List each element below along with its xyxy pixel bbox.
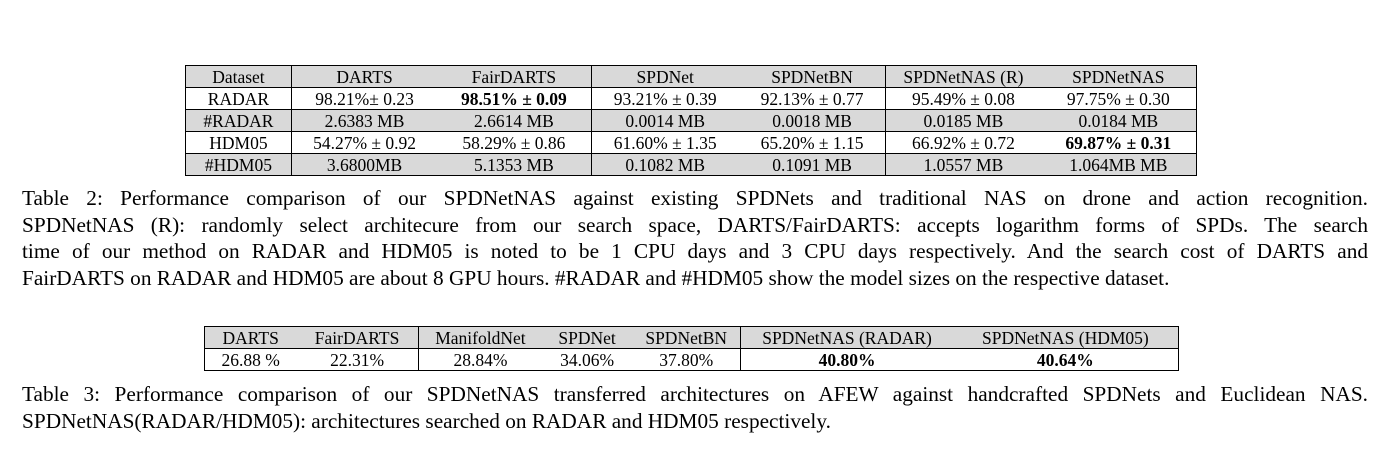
header-spdnetnas-r: SPDNetNAS (R) (885, 65, 1041, 88)
table-cell: 0.0014 MB (590, 109, 739, 132)
table-3-caption: Table 3: Performance comparison of our S… (22, 381, 1368, 434)
table-cell: RADAR (185, 87, 292, 110)
caption-line: Table 3: Performance comparison of our S… (22, 382, 1368, 406)
table-cell: 0.0184 MB (1040, 109, 1197, 132)
table-cell: 58.29% ± 0.86 (437, 131, 592, 154)
table-cell: 66.92% ± 0.72 (885, 131, 1041, 154)
table-cell: 69.87% ± 0.31 (1040, 131, 1197, 154)
header-spdnetbn: SPDNetBN (738, 65, 887, 88)
table-cell: #RADAR (185, 109, 292, 132)
header-spdnetnas-hdm05: SPDNetNAS (HDM05) (952, 326, 1179, 349)
table-3: DARTS FairDARTS ManifoldNet SPDNet SPDNe… (204, 326, 1179, 371)
header-spdnetbn: SPDNetBN (631, 326, 742, 349)
table-cell: 54.27% ± 0.92 (290, 131, 438, 154)
table-cell: 28.84% (453, 349, 508, 370)
table-cell: 0.1082 MB (590, 153, 739, 176)
header-dataset: Dataset (185, 65, 292, 88)
table-row: #RADAR 2.6383 MB 2.6614 MB 0.0014 MB 0.0… (185, 109, 1197, 132)
header-manifoldnet: ManifoldNet (418, 326, 543, 349)
table-cell: 2.6383 MB (290, 109, 438, 132)
table-cell: 1.064MB MB (1040, 153, 1197, 176)
header-fairdarts: FairDARTS (437, 65, 592, 88)
table-cell: 61.60% ± 1.35 (590, 131, 739, 154)
table-cell: 3.6800MB (290, 153, 438, 176)
table-cell: 97.75% ± 0.30 (1040, 87, 1197, 110)
header-spdnetnas: SPDNetNAS (1040, 65, 1197, 88)
table-cell: 22.31% (296, 348, 419, 371)
caption-line: Table 2: Performance comparison of our S… (22, 186, 1368, 210)
caption-line: SPDNetNAS (R): randomly select architecu… (22, 212, 1368, 237)
table-cell: 34.06% (560, 349, 615, 370)
header-darts: DARTS (204, 326, 297, 349)
table-cell: 40.64% (1036, 349, 1094, 370)
table-cell: 0.0018 MB (738, 109, 887, 132)
table-2: Dataset DARTS FairDARTS SPDNet SPDNetBN … (185, 65, 1197, 176)
table-cell: 2.6614 MB (437, 109, 592, 132)
table-cell: 0.0185 MB (885, 109, 1041, 132)
header-darts: DARTS (290, 65, 438, 88)
table-cell: 26.88 % (221, 349, 280, 370)
table-cell: 98.21%± 0.23 (290, 87, 438, 110)
table-cell: 1.0557 MB (885, 153, 1041, 176)
table-cell: 92.13% ± 0.77 (738, 87, 887, 110)
table-3-header-row: DARTS FairDARTS ManifoldNet SPDNet SPDNe… (204, 326, 1179, 349)
table-cell: 0.1091 MB (738, 153, 887, 176)
table-row: 26.88 % 22.31% 28.84% 34.06% 37.80% 40.8… (205, 348, 1179, 371)
caption-line: SPDNetNAS(RADAR/HDM05): architectures se… (22, 408, 831, 433)
caption-line: time of our method on RADAR and HDM05 is… (22, 239, 1368, 263)
header-spdnetnas-radar: SPDNetNAS (RADAR) (740, 326, 953, 349)
table-cell: 93.21% ± 0.39 (590, 87, 739, 110)
table-cell: HDM05 (185, 131, 292, 154)
header-spdnet: SPDNet (542, 326, 632, 349)
table-row: #HDM05 3.6800MB 5.1353 MB 0.1082 MB 0.10… (185, 153, 1197, 176)
table-cell: 65.20% ± 1.15 (738, 131, 887, 154)
table-row: HDM05 54.27% ± 0.92 58.29% ± 0.86 61.60%… (185, 131, 1197, 154)
table-cell: 37.80% (631, 348, 742, 371)
caption-line: FairDARTS on RADAR and HDM05 are about 8… (22, 265, 1170, 290)
table-cell: 95.49% ± 0.08 (885, 87, 1041, 110)
table-cell: 98.51% ± 0.09 (437, 87, 592, 110)
table-cell: #HDM05 (185, 153, 292, 176)
table-cell: 40.80% (818, 349, 876, 370)
header-spdnet: SPDNet (590, 65, 739, 88)
table-2-header-row: Dataset DARTS FairDARTS SPDNet SPDNetBN … (185, 65, 1197, 88)
header-fairdarts: FairDARTS (296, 326, 419, 349)
table-2-caption: Table 2: Performance comparison of our S… (22, 185, 1368, 291)
table-cell: 5.1353 MB (437, 153, 592, 176)
table-row: RADAR 98.21%± 0.23 98.51% ± 0.09 93.21% … (185, 87, 1197, 110)
